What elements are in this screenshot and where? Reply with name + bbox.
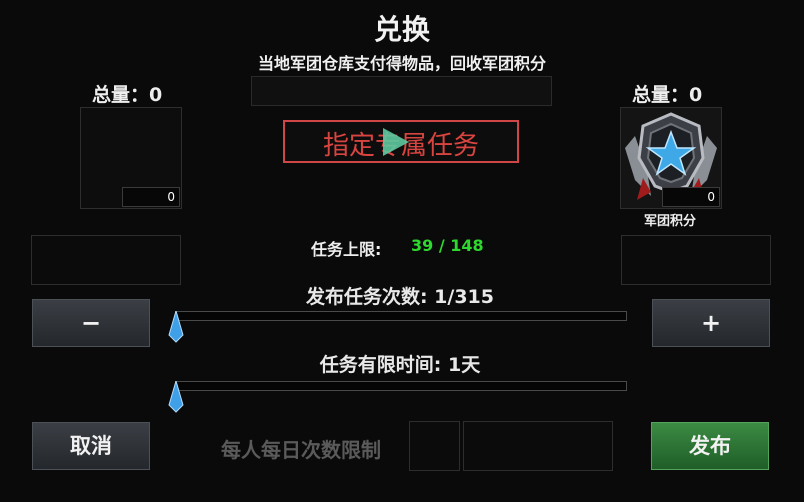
time-limit-track[interactable]: [175, 381, 627, 391]
dialog-subtitle: 当地军团仓库支付得物品，回收军团积分: [257, 54, 546, 73]
top-input-bar[interactable]: [251, 76, 552, 106]
left-total-label: 总量：0: [92, 84, 163, 106]
right-total-label: 总量：0: [632, 84, 703, 106]
task-limit-label: 任务上限:: [311, 240, 382, 259]
publish-count-track[interactable]: [175, 311, 627, 321]
publish-count-label: 发布任务次数: 1/315: [305, 286, 495, 308]
cancel-button[interactable]: 取消: [32, 422, 150, 470]
right-item-slot[interactable]: 0: [620, 107, 722, 209]
play-icon: [383, 128, 409, 156]
right-item-name: 军团积分: [643, 214, 696, 229]
publish-count-slider-handle[interactable]: [168, 311, 184, 343]
task-limit-value: 39 / 148: [411, 236, 484, 255]
time-limit-label: 任务有限时间: 1天: [319, 354, 481, 376]
task-banner[interactable]: 指定专属任务: [283, 120, 519, 163]
right-input-box[interactable]: [621, 235, 771, 285]
left-slot-count: 0: [122, 187, 180, 207]
time-limit-slider-handle[interactable]: [168, 381, 184, 413]
left-input-box[interactable]: [31, 235, 181, 285]
plus-button[interactable]: +: [652, 299, 770, 347]
daily-limit-checkbox[interactable]: [409, 421, 460, 471]
right-slot-count: 0: [662, 187, 720, 207]
daily-limit-input[interactable]: [463, 421, 613, 471]
minus-button[interactable]: −: [32, 299, 150, 347]
dialog-title: 兑换: [373, 13, 430, 46]
publish-button[interactable]: 发布: [651, 422, 769, 470]
left-item-slot[interactable]: 0: [80, 107, 182, 209]
daily-limit-label: 每人每日次数限制: [221, 438, 381, 462]
